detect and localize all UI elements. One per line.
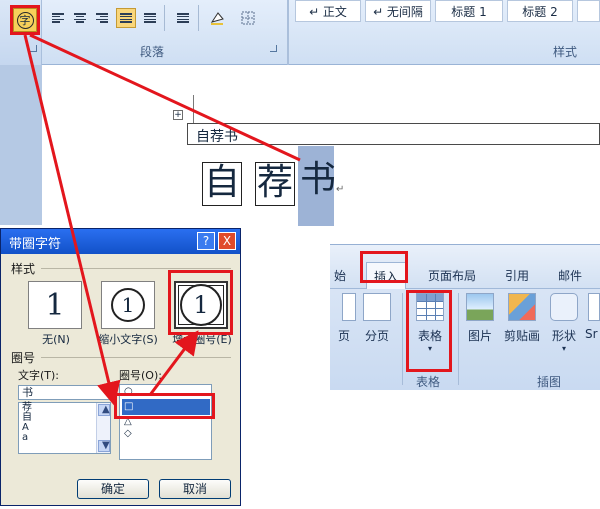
style-shrink-label: 缩小文字(S) [98,333,158,346]
style-normal[interactable]: ↵ 正文 [295,0,361,22]
cancel-button[interactable]: 取消 [159,479,231,499]
distributed-icon [144,13,156,23]
text-field-label: 文字(T): [18,369,60,382]
highlight-table-button [406,290,452,372]
document-margin [0,65,42,225]
group-label-styles: 样式 [553,45,578,59]
justify-icon [120,13,132,23]
text-input[interactable]: 书 [18,385,111,400]
section-divider [41,357,231,358]
shading-icon [210,12,224,25]
ribbon-separator [164,5,165,31]
tab-page-layout[interactable]: 页面布局 [428,267,476,284]
close-button[interactable]: X [218,232,236,250]
text-listbox[interactable]: 荐 自 A a ▲ ▼ [18,402,111,454]
align-right-icon [96,13,108,23]
doc-char-enclosed[interactable]: 荐 [255,162,295,206]
table-cell[interactable]: 自荐书 [187,123,600,145]
style-more[interactable] [577,0,600,22]
tab-mailings[interactable]: 邮件 [558,267,582,284]
align-left-icon [52,13,64,23]
style-option-shrink-text[interactable]: 1 [101,281,155,329]
highlight-square-ring [114,393,215,419]
picture-icon [466,293,494,321]
clip-art-icon [508,293,536,321]
page-icon [342,293,356,321]
page-break-icon [363,293,391,321]
align-right-button[interactable] [92,8,112,28]
ribbon-separator [198,5,199,31]
line-spacing-button[interactable] [170,8,196,28]
font-dialog-launcher[interactable] [30,45,37,52]
distributed-button[interactable] [140,8,160,28]
group-label-tables: 表格 [416,375,441,389]
group-separator [402,293,403,385]
ring-field-label: 圈号(O): [119,369,162,382]
highlight-circle-button [10,5,40,35]
style-option-none[interactable]: 1 [28,281,82,329]
picture-label: 图片 [467,329,492,343]
circle-section-label: 圈号 [11,351,36,365]
ribbon-paragraph-bar: 字 段落 ↵ 正文 ↵ 无间隔 标题 1 标题 2 样式 [0,0,600,65]
ring-option[interactable]: ◇ [122,428,210,439]
doc-char-selected[interactable]: 书 [298,160,338,204]
line-spacing-icon [177,13,189,23]
paragraph-mark: ↵ [336,184,345,195]
style-none-label: 无(N) [42,333,70,346]
help-button[interactable]: ? [197,232,215,250]
group-label-illustrations: 插图 [537,375,562,389]
page-break-button[interactable]: 分页 [360,293,394,344]
scrollbar[interactable]: ▲ ▼ [96,403,110,453]
picture-button[interactable]: 图片 [464,293,496,344]
paragraph-dialog-launcher[interactable] [270,45,277,52]
circle-glyph-icon: 1 [111,288,145,322]
style-section-label: 样式 [11,262,36,276]
align-center-button[interactable] [70,8,90,28]
highlight-insert-tab [360,251,408,283]
group-label-paragraph: 段落 [140,45,165,59]
doc-char-enclosed[interactable]: 自 [202,162,242,206]
style-no-spacing[interactable]: ↵ 无间隔 [365,0,431,22]
style-glyph: 1 [45,287,65,323]
borders-icon [241,11,255,25]
style-heading-1[interactable]: 标题 1 [435,0,503,22]
borders-button[interactable] [234,8,262,28]
group-separator [458,293,459,385]
section-divider [41,268,231,269]
clip-art-button[interactable]: 剪贴画 [502,293,542,344]
shapes-label: 形状 [551,329,576,343]
highlight-enlarge-style [168,270,233,335]
shapes-button[interactable]: 形状 ▾ [548,293,580,354]
align-center-icon [74,13,86,23]
shading-button[interactable] [204,8,230,28]
group-divider [287,0,289,65]
dropdown-arrow-icon: ▾ [561,344,566,353]
scroll-down-icon[interactable]: ▼ [98,440,110,452]
tab-home[interactable]: 始 [334,267,346,284]
smartart-button[interactable]: Sr [585,293,600,341]
ok-button[interactable]: 确定 [77,479,149,499]
table-cell-text: 自荐书 [196,129,238,145]
page-break-label: 分页 [364,329,389,343]
dialog-title: 带圈字符 [9,237,62,252]
tab-references[interactable]: 引用 [505,267,529,284]
smartart-icon [588,293,600,321]
align-left-button[interactable] [48,8,68,28]
clip-art-label: 剪贴画 [503,329,540,343]
style-heading-2[interactable]: 标题 2 [507,0,573,22]
table-move-handle[interactable]: + [173,110,183,120]
smartart-label: Sr [585,327,598,341]
shapes-icon [550,293,578,321]
cover-page-button[interactable]: 页 [332,293,356,344]
cover-page-label: 页 [337,329,350,343]
scroll-up-icon[interactable]: ▲ [98,404,110,416]
justify-button[interactable] [116,8,136,28]
